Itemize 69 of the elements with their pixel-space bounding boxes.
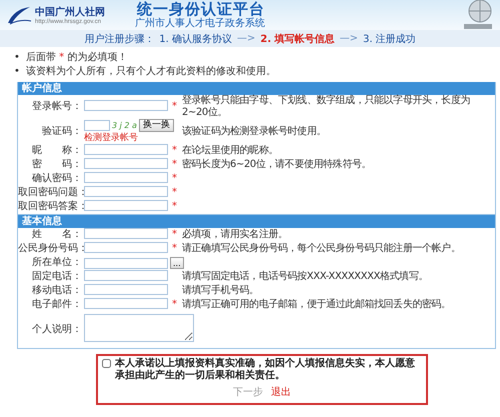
panel-header: 帐户信息: [18, 82, 495, 95]
platform-title: 统一身份认证平台: [137, 0, 265, 18]
field-hint: 密码长度为6~20位，请不要使用特殊符号。: [182, 159, 372, 171]
field-label: 登录帐号：: [31, 101, 83, 113]
field-label: 公民身份号码：: [18, 243, 84, 255]
field-label: 确认密码：: [31, 173, 83, 185]
password-field[interactable]: [84, 158, 168, 169]
field-hint: 请正确填写公民身份号码，每个公民身份号码只能注册一个帐户。: [182, 243, 462, 255]
logo-text: 中国广州人社网: [35, 5, 105, 18]
required-mark: *: [172, 101, 177, 112]
field-hint: 登录帐号只能由字母、下划线、数字组成，只能以字母开头，长度为2~20位。: [182, 95, 472, 119]
text-field[interactable]: [84, 228, 168, 239]
required-mark: *: [172, 201, 177, 212]
password-field[interactable]: [84, 172, 168, 183]
note-text: 后面带 * 的为必填项！: [26, 51, 128, 65]
field-hint: 在论坛里使用的昵称。: [182, 145, 280, 157]
field-label: 密 码：: [31, 159, 83, 171]
text-field[interactable]: [84, 186, 168, 197]
text-field[interactable]: [84, 284, 168, 295]
field-hint: 该验证码为检测登录帐号时使用。: [182, 126, 328, 138]
text-field[interactable]: [84, 200, 168, 211]
note-text: 该资料为个人所有，只有个人才有此资料的修改和使用。: [26, 65, 276, 79]
field-hint: 请填写正确可用的电子邮箱，便于通过此邮箱找回丢失的密码。: [182, 299, 452, 311]
field-label: 电子邮件：: [31, 299, 83, 311]
field-label: 移动电话：: [31, 285, 83, 297]
required-mark: *: [172, 299, 177, 310]
captcha-image: 3 j 2 a: [112, 120, 137, 132]
field-label: 个人说明：: [31, 324, 83, 336]
panel-header: 基本信息: [18, 215, 495, 228]
field-hint: 请填写固定电话，电话号码按XXX-XXXXXXXX格式填写。: [182, 271, 429, 283]
field-label: 姓 名：: [31, 229, 83, 241]
step-item: 3. 注册成功: [363, 32, 416, 46]
field-label: 验证码：: [41, 126, 83, 138]
required-mark: *: [172, 173, 177, 184]
browse-button[interactable]: ...: [170, 257, 184, 269]
swoosh-logo-icon: [6, 5, 32, 25]
required-mark: *: [172, 229, 177, 240]
field-label: 昵 称：: [31, 145, 83, 157]
field-label: 取回密码答案：: [18, 201, 84, 213]
captcha-field[interactable]: [84, 120, 110, 131]
text-field[interactable]: [84, 242, 168, 253]
text-field[interactable]: [84, 100, 168, 111]
bullet-mark: •: [14, 51, 20, 65]
required-mark: *: [172, 159, 177, 170]
field-hint: 请填写手机号码。: [182, 285, 260, 297]
bullet-mark: •: [14, 65, 20, 79]
field-hint: 必填项，请用实名注册。: [182, 229, 289, 241]
step-item: 2. 填写帐号信息: [260, 32, 335, 46]
field-label: 固定电话：: [31, 271, 83, 283]
refresh-captcha-button[interactable]: 换一换: [138, 119, 174, 132]
textarea-field[interactable]: [84, 314, 194, 342]
text-field[interactable]: [84, 298, 168, 309]
agreement-checkbox[interactable]: [102, 359, 111, 368]
platform-subtitle: 广州市人事人才电子政务系统: [135, 18, 265, 30]
exit-button[interactable]: 退出: [271, 385, 291, 399]
field-label: 取回密码问题：: [18, 187, 84, 199]
field-label: 所在单位：: [31, 257, 83, 269]
required-mark: *: [172, 187, 177, 198]
text-field[interactable]: [84, 258, 168, 268]
steps-label: 用户注册步骤：: [84, 32, 154, 46]
text-field[interactable]: [84, 144, 168, 155]
step-item: 1. 确认服务协议: [159, 32, 232, 46]
text-field[interactable]: [84, 270, 168, 281]
step-arrow: —>: [236, 33, 256, 44]
required-mark: *: [172, 145, 177, 156]
agreement-text: 本人承诺以上填报资料真实准确，如因个人填报信息失实，本人愿意承担由此产生的一切后果和相关责任。: [115, 358, 416, 382]
required-mark: *: [172, 243, 177, 254]
step-arrow: —>: [340, 33, 358, 44]
check-account-link[interactable]: 检测登录帐号: [84, 132, 172, 144]
